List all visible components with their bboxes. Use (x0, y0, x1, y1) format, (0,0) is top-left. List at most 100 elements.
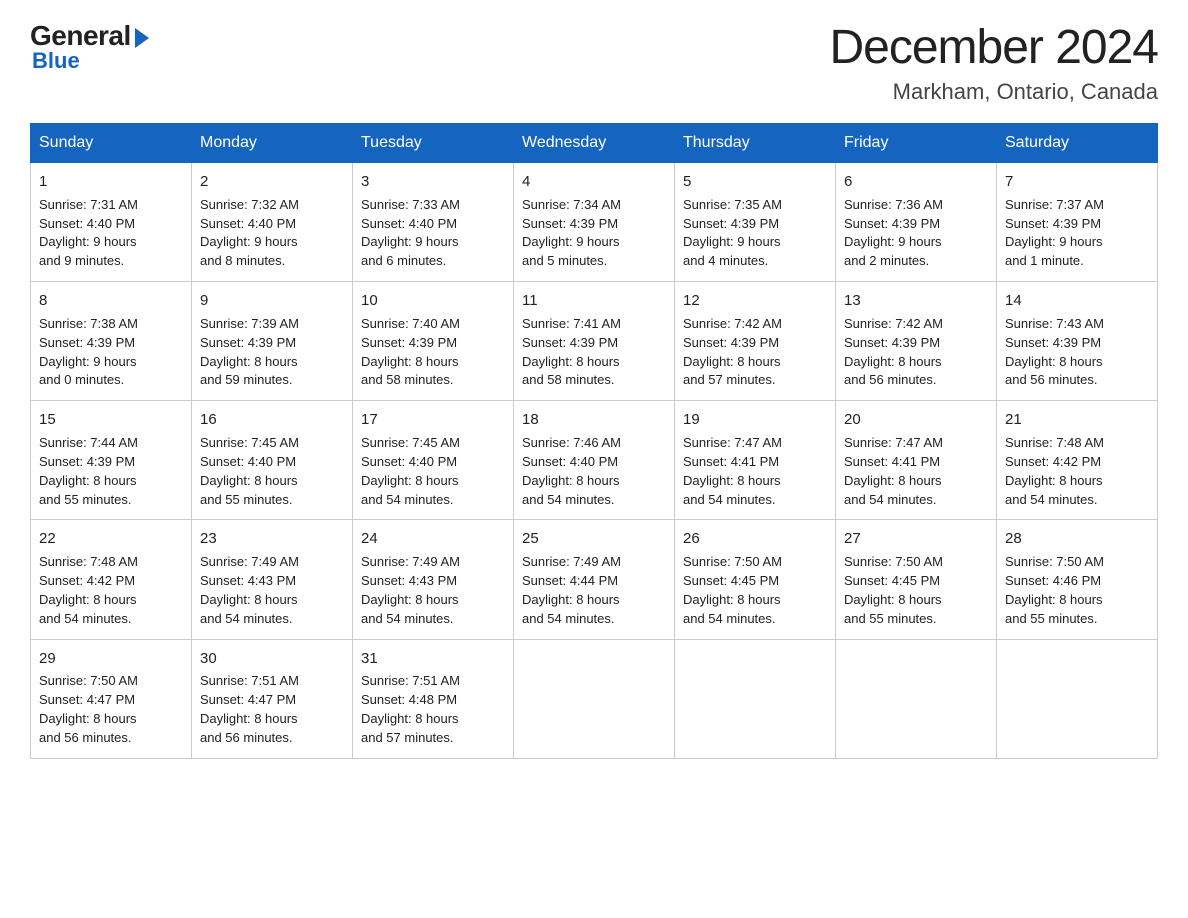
day-number: 18 (522, 409, 666, 431)
day-daylight: Daylight: 8 hours (1005, 354, 1103, 369)
day-daylight: Daylight: 9 hours (1005, 234, 1103, 249)
day-sunset: Sunset: 4:39 PM (1005, 335, 1101, 350)
day-daylight-cont: and 54 minutes. (200, 611, 293, 626)
day-daylight: Daylight: 9 hours (844, 234, 942, 249)
day-sunset: Sunset: 4:40 PM (522, 454, 618, 469)
calendar-cell: 30 Sunrise: 7:51 AM Sunset: 4:47 PM Dayl… (192, 639, 353, 758)
day-daylight: Daylight: 8 hours (361, 592, 459, 607)
logo-arrow-icon (135, 28, 149, 48)
calendar-cell: 5 Sunrise: 7:35 AM Sunset: 4:39 PM Dayli… (675, 163, 836, 282)
day-sunset: Sunset: 4:46 PM (1005, 573, 1101, 588)
day-number: 23 (200, 528, 344, 550)
calendar-table: SundayMondayTuesdayWednesdayThursdayFrid… (30, 123, 1158, 759)
header-right: December 2024 Markham, Ontario, Canada (829, 20, 1158, 105)
day-sunset: Sunset: 4:39 PM (522, 335, 618, 350)
day-daylight: Daylight: 8 hours (683, 592, 781, 607)
day-daylight-cont: and 5 minutes. (522, 253, 607, 268)
day-sunset: Sunset: 4:40 PM (361, 216, 457, 231)
day-number: 14 (1005, 290, 1149, 312)
day-number: 30 (200, 648, 344, 670)
calendar-cell: 24 Sunrise: 7:49 AM Sunset: 4:43 PM Dayl… (353, 520, 514, 639)
day-daylight: Daylight: 8 hours (361, 354, 459, 369)
day-daylight-cont: and 54 minutes. (1005, 492, 1098, 507)
day-sunset: Sunset: 4:39 PM (39, 335, 135, 350)
day-sunset: Sunset: 4:39 PM (522, 216, 618, 231)
day-number: 9 (200, 290, 344, 312)
day-number: 21 (1005, 409, 1149, 431)
calendar-cell: 1 Sunrise: 7:31 AM Sunset: 4:40 PM Dayli… (31, 163, 192, 282)
calendar-week-row: 8 Sunrise: 7:38 AM Sunset: 4:39 PM Dayli… (31, 282, 1158, 401)
day-daylight-cont: and 55 minutes. (844, 611, 937, 626)
day-daylight-cont: and 2 minutes. (844, 253, 929, 268)
day-sunset: Sunset: 4:39 PM (1005, 216, 1101, 231)
day-sunset: Sunset: 4:42 PM (1005, 454, 1101, 469)
calendar-cell: 26 Sunrise: 7:50 AM Sunset: 4:45 PM Dayl… (675, 520, 836, 639)
day-sunset: Sunset: 4:41 PM (683, 454, 779, 469)
day-sunrise: Sunrise: 7:39 AM (200, 316, 299, 331)
calendar-cell (675, 639, 836, 758)
day-sunrise: Sunrise: 7:48 AM (39, 554, 138, 569)
calendar-cell (836, 639, 997, 758)
day-sunrise: Sunrise: 7:43 AM (1005, 316, 1104, 331)
day-sunrise: Sunrise: 7:37 AM (1005, 197, 1104, 212)
calendar-cell (514, 639, 675, 758)
day-sunset: Sunset: 4:40 PM (39, 216, 135, 231)
day-sunset: Sunset: 4:40 PM (361, 454, 457, 469)
calendar-cell: 9 Sunrise: 7:39 AM Sunset: 4:39 PM Dayli… (192, 282, 353, 401)
day-sunset: Sunset: 4:41 PM (844, 454, 940, 469)
calendar-cell (997, 639, 1158, 758)
day-daylight-cont: and 55 minutes. (1005, 611, 1098, 626)
day-daylight: Daylight: 8 hours (1005, 473, 1103, 488)
page-header: General Blue December 2024 Markham, Onta… (30, 20, 1158, 105)
day-sunrise: Sunrise: 7:50 AM (39, 673, 138, 688)
calendar-cell: 12 Sunrise: 7:42 AM Sunset: 4:39 PM Dayl… (675, 282, 836, 401)
day-daylight-cont: and 56 minutes. (1005, 372, 1098, 387)
day-number: 16 (200, 409, 344, 431)
day-daylight-cont: and 56 minutes. (200, 730, 293, 745)
day-daylight: Daylight: 8 hours (361, 473, 459, 488)
day-daylight: Daylight: 9 hours (361, 234, 459, 249)
day-sunrise: Sunrise: 7:47 AM (683, 435, 782, 450)
day-sunrise: Sunrise: 7:45 AM (361, 435, 460, 450)
day-daylight-cont: and 56 minutes. (844, 372, 937, 387)
day-daylight-cont: and 54 minutes. (361, 492, 454, 507)
day-number: 26 (683, 528, 827, 550)
day-daylight-cont: and 9 minutes. (39, 253, 124, 268)
day-daylight: Daylight: 8 hours (522, 354, 620, 369)
day-daylight: Daylight: 8 hours (683, 473, 781, 488)
day-sunrise: Sunrise: 7:42 AM (683, 316, 782, 331)
day-sunrise: Sunrise: 7:45 AM (200, 435, 299, 450)
day-of-week-header: Saturday (997, 124, 1158, 163)
day-number: 11 (522, 290, 666, 312)
calendar-cell: 19 Sunrise: 7:47 AM Sunset: 4:41 PM Dayl… (675, 401, 836, 520)
day-daylight-cont: and 54 minutes. (522, 492, 615, 507)
day-sunrise: Sunrise: 7:47 AM (844, 435, 943, 450)
day-daylight-cont: and 55 minutes. (39, 492, 132, 507)
day-daylight-cont: and 6 minutes. (361, 253, 446, 268)
day-of-week-header: Monday (192, 124, 353, 163)
day-number: 17 (361, 409, 505, 431)
calendar-cell: 3 Sunrise: 7:33 AM Sunset: 4:40 PM Dayli… (353, 163, 514, 282)
day-daylight: Daylight: 9 hours (522, 234, 620, 249)
calendar-week-row: 15 Sunrise: 7:44 AM Sunset: 4:39 PM Dayl… (31, 401, 1158, 520)
day-daylight-cont: and 54 minutes. (39, 611, 132, 626)
day-sunset: Sunset: 4:40 PM (200, 454, 296, 469)
day-sunrise: Sunrise: 7:38 AM (39, 316, 138, 331)
day-sunrise: Sunrise: 7:50 AM (1005, 554, 1104, 569)
day-daylight: Daylight: 8 hours (200, 592, 298, 607)
day-sunrise: Sunrise: 7:46 AM (522, 435, 621, 450)
day-number: 1 (39, 171, 183, 193)
day-sunrise: Sunrise: 7:49 AM (522, 554, 621, 569)
day-of-week-header: Thursday (675, 124, 836, 163)
day-sunrise: Sunrise: 7:49 AM (200, 554, 299, 569)
day-sunrise: Sunrise: 7:51 AM (200, 673, 299, 688)
calendar-header-row: SundayMondayTuesdayWednesdayThursdayFrid… (31, 124, 1158, 163)
day-daylight: Daylight: 8 hours (683, 354, 781, 369)
day-sunset: Sunset: 4:42 PM (39, 573, 135, 588)
day-daylight: Daylight: 8 hours (361, 711, 459, 726)
calendar-cell: 27 Sunrise: 7:50 AM Sunset: 4:45 PM Dayl… (836, 520, 997, 639)
day-sunrise: Sunrise: 7:49 AM (361, 554, 460, 569)
day-sunrise: Sunrise: 7:35 AM (683, 197, 782, 212)
day-sunset: Sunset: 4:48 PM (361, 692, 457, 707)
day-sunrise: Sunrise: 7:34 AM (522, 197, 621, 212)
